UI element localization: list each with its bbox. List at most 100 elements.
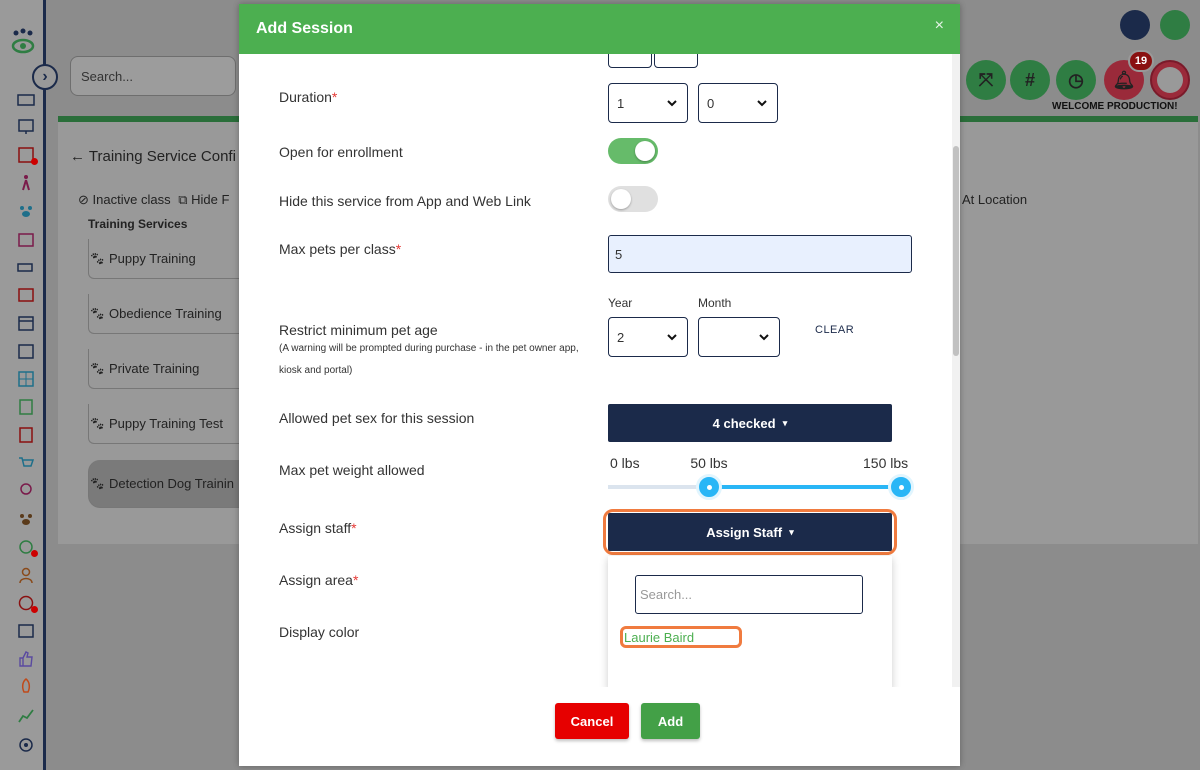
fullscreen-button[interactable]: ⤧ <box>966 60 1006 100</box>
assign-area-label: Assign area* <box>279 572 359 588</box>
assign-staff-button[interactable]: Assign Staff ▾ <box>608 513 892 551</box>
service-item[interactable]: 🐾︎ Obedience Training <box>88 294 240 334</box>
clear-age-link[interactable]: CLEAR <box>815 324 854 336</box>
calendar-list-icon[interactable] <box>17 146 38 165</box>
modal-header: Add Session × <box>239 4 960 54</box>
modal-scrollbar[interactable] <box>952 54 960 687</box>
caret-down-icon: ▾ <box>782 417 788 428</box>
service-item-selected[interactable]: 🐾︎ Detection Dog Trainin <box>88 460 240 508</box>
open-enrollment-toggle[interactable] <box>608 138 658 164</box>
max-weight-label: Max pet weight allowed <box>279 462 425 478</box>
chart-icon[interactable] <box>17 706 35 724</box>
staff-dropdown-panel: Search... Laurie Baird <box>608 556 892 687</box>
year-label: Year <box>608 296 633 310</box>
pet-sex-multiselect-button[interactable]: 4 checked ▾ <box>608 404 892 442</box>
user-icon[interactable] <box>17 566 35 584</box>
weight-slider-fill <box>709 485 901 489</box>
paw-icon[interactable] <box>17 202 35 220</box>
hide-service-label: Hide this service from App and Web Link <box>279 193 531 209</box>
modal-body: Duration* 1 0 Open for enrollment Hide t… <box>239 54 960 687</box>
staff-option[interactable]: Laurie Baird <box>620 626 742 648</box>
weight-min-label: 0 lbs <box>610 455 640 471</box>
paw-icon: 🐾︎ <box>89 475 106 491</box>
hide-service-toggle[interactable] <box>608 186 658 212</box>
paw-icon: 🐾︎ <box>89 415 106 431</box>
calendar-icon[interactable] <box>17 314 35 332</box>
partial-control[interactable] <box>654 54 698 68</box>
expand-sidebar-button[interactable]: › <box>32 64 58 90</box>
chevron-down-icon <box>759 334 769 341</box>
weight-slider-high-handle[interactable] <box>888 474 914 500</box>
chat-icon[interactable] <box>17 594 38 613</box>
cancel-button[interactable]: Cancel <box>555 703 629 739</box>
global-search-input[interactable]: Search... <box>70 56 236 96</box>
image-icon[interactable] <box>17 622 35 640</box>
grid-icon[interactable] <box>17 370 35 388</box>
paw-icon: 🐾︎ <box>89 360 106 376</box>
paw-print-icon[interactable] <box>17 510 35 528</box>
hash-button[interactable]: # <box>1010 60 1050 100</box>
filter-hide[interactable]: Hide F <box>191 192 229 207</box>
pet-sex-label: Allowed pet sex for this session <box>279 410 475 426</box>
rocket-icon[interactable] <box>17 678 35 696</box>
notification-badge: 19 <box>1128 50 1154 72</box>
min-age-label: Restrict minimum pet age <box>279 322 438 338</box>
chevron-down-icon <box>667 334 677 341</box>
eye-slash-icon: ⊘ <box>78 192 89 207</box>
add-user-icon[interactable] <box>1120 10 1150 40</box>
filter-inactive-class[interactable]: Inactive class <box>93 192 171 207</box>
monitor-icon[interactable] <box>17 118 35 136</box>
left-sidebar <box>0 0 46 770</box>
weight-slider-low-handle[interactable] <box>696 474 723 500</box>
min-age-note: (A warning will be prompted during purch… <box>279 343 579 376</box>
store-icon[interactable] <box>17 230 35 248</box>
calendar-check-icon[interactable] <box>17 286 35 304</box>
profile-button[interactable] <box>1150 60 1190 100</box>
service-item[interactable]: 🐾︎ Puppy Training Test <box>88 404 240 444</box>
filter-at-location[interactable]: At Location <box>962 192 1027 207</box>
service-item[interactable]: 🐾︎ Puppy Training <box>88 239 240 279</box>
bell-icon: 🔔︎ <box>1112 69 1136 90</box>
target-icon[interactable] <box>17 538 38 557</box>
filter-bar: ⊘ Inactive class ⧉ Hide F <box>78 192 229 208</box>
chevron-down-icon <box>757 100 767 107</box>
hide-icon: ⧉ <box>178 192 188 207</box>
display-color-label: Display color <box>279 624 360 640</box>
add-button[interactable]: Add <box>641 703 700 739</box>
max-pets-input[interactable]: 5 <box>608 235 912 273</box>
today-tag-icon[interactable] <box>17 258 35 276</box>
close-icon[interactable]: × <box>935 17 944 35</box>
paw-logo-icon[interactable] <box>10 28 36 56</box>
scrollbar-thumb[interactable] <box>953 146 959 356</box>
partial-control[interactable] <box>608 54 652 68</box>
form-icon[interactable] <box>17 426 35 444</box>
service-item[interactable]: 🐾︎ Private Training <box>88 349 240 389</box>
walker-icon[interactable] <box>17 174 35 192</box>
thumbs-up-icon[interactable] <box>17 650 35 668</box>
today-icon[interactable] <box>17 92 35 110</box>
weight-max-label: 150 lbs <box>863 455 909 471</box>
add-session-modal: Add Session × Duration* 1 0 Open for enr… <box>239 4 960 766</box>
caret-down-icon: ▾ <box>789 526 794 537</box>
add-document-icon[interactable] <box>1160 10 1190 40</box>
min-age-month-select[interactable] <box>698 317 780 357</box>
weight-low-label: 50 lbs <box>690 455 728 471</box>
duration-hours-select[interactable]: 1 <box>608 83 688 123</box>
assign-staff-label: Assign staff* <box>279 520 357 536</box>
chevron-right-icon: › <box>42 68 48 85</box>
duration-minutes-select[interactable]: 0 <box>698 83 778 123</box>
chevron-down-icon <box>667 100 677 107</box>
settings-icon[interactable] <box>17 736 35 754</box>
staff-search-input[interactable]: Search... <box>635 575 863 614</box>
max-pets-label: Max pets per class* <box>279 241 402 257</box>
min-age-year-select[interactable]: 2 <box>608 317 688 357</box>
location-paw-icon[interactable] <box>17 482 35 500</box>
cart-icon[interactable] <box>17 454 35 472</box>
clock-button[interactable]: ◷ <box>1056 60 1096 100</box>
clipboard-icon[interactable] <box>17 398 35 416</box>
paw-icon: 🐾︎ <box>89 305 106 321</box>
calendar-star-icon[interactable] <box>17 342 35 360</box>
duration-label: Duration* <box>279 89 338 105</box>
page-title[interactable]: ← Training Service Confi <box>70 148 236 165</box>
modal-title: Add Session <box>256 20 353 37</box>
